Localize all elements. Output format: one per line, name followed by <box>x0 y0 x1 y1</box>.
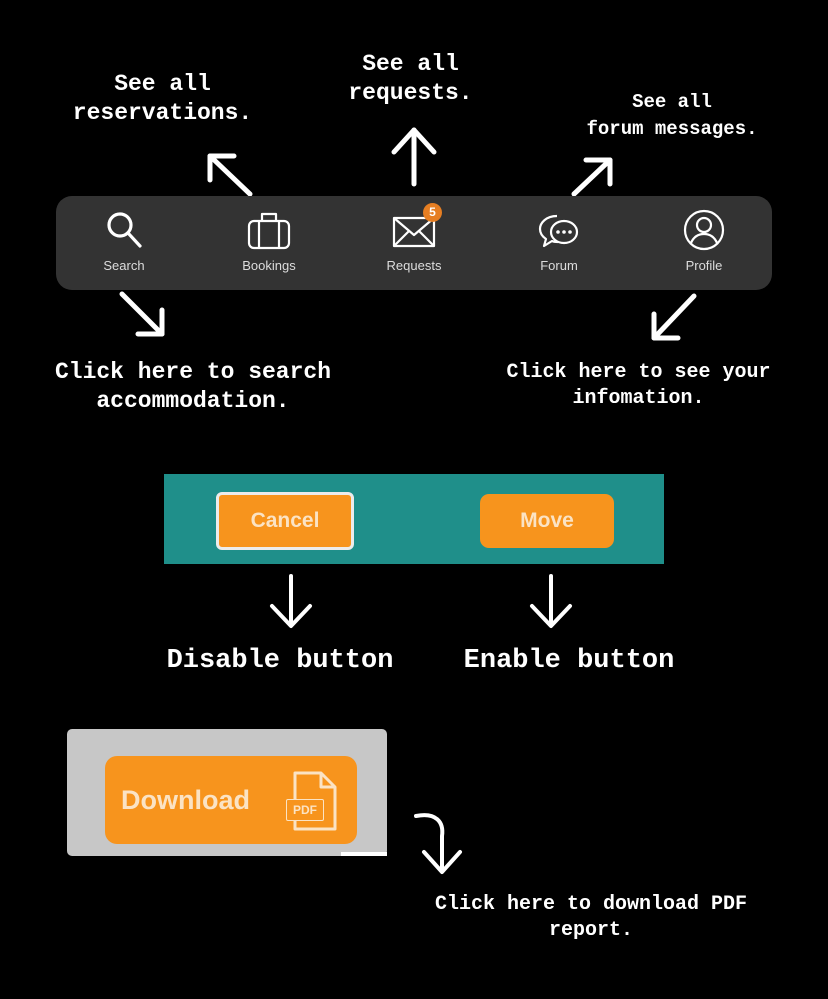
requests-annotation-line-2: requests. <box>348 79 473 106</box>
enable-button-annotation: Enable button <box>463 646 675 676</box>
reservations-annotation: See all reservations. <box>40 70 285 128</box>
reservations-annotation-line-2: reservations. <box>72 99 253 126</box>
briefcase-icon <box>247 208 291 252</box>
nav-label-forum: Forum <box>540 258 578 273</box>
download-annotation-line-1: Click here to download PDF <box>434 893 748 916</box>
nav-item-requests[interactable]: 5 Requests <box>359 196 469 290</box>
search-annotation-line-2: accommodation. <box>96 387 290 414</box>
curved-arrow-down-icon <box>412 810 472 878</box>
move-button[interactable]: Move <box>480 494 614 548</box>
requests-annotation: See all requests. <box>318 50 503 108</box>
arrow-down-icon <box>526 572 576 630</box>
download-annotation: Click here to download PDF report. <box>400 892 782 944</box>
profile-annotation-line-1: Click here to see your <box>506 361 771 384</box>
nav-item-profile[interactable]: Profile <box>649 196 759 290</box>
search-annotation: Click here to search accommodation. <box>18 358 368 416</box>
pdf-label: PDF <box>286 799 324 821</box>
bottom-navigation-bar: Search Bookings 5 Requests Forum Profile <box>56 196 772 290</box>
pdf-file-icon: PDF <box>285 770 339 832</box>
arrow-up-icon <box>388 124 440 188</box>
download-annotation-line-2: report. <box>548 919 633 942</box>
nav-item-bookings[interactable]: Bookings <box>214 196 324 290</box>
arrow-down-right-icon <box>116 290 172 340</box>
arrow-up-right-icon <box>568 152 620 198</box>
reservations-annotation-line-1: See all <box>114 71 211 97</box>
search-annotation-line-1: Click here to search <box>54 359 332 385</box>
forum-annotation: See all forum messages. <box>552 89 792 142</box>
profile-annotation-line-2: infomation. <box>572 387 705 410</box>
nav-label-profile: Profile <box>685 258 723 273</box>
button-states-panel: Cancel Move <box>164 474 664 564</box>
download-panel: Download PDF <box>67 729 387 856</box>
nav-item-search[interactable]: Search <box>69 196 179 290</box>
panel-corner-mark <box>341 852 387 856</box>
search-icon <box>102 208 146 252</box>
arrow-down-left-icon <box>646 292 700 344</box>
disable-button-annotation: Disable button <box>166 646 394 676</box>
forum-annotation-line-1: See all <box>632 91 712 113</box>
download-pdf-button[interactable]: Download PDF <box>105 756 357 844</box>
nav-label-requests: Requests <box>386 258 442 273</box>
arrow-up-left-icon <box>200 148 256 198</box>
user-circle-icon <box>682 208 726 252</box>
nav-item-forum[interactable]: Forum <box>504 196 614 290</box>
requests-count-badge: 5 <box>423 203 442 222</box>
nav-label-search: Search <box>103 258 145 273</box>
nav-label-bookings: Bookings <box>242 258 296 273</box>
cancel-button[interactable]: Cancel <box>216 492 354 550</box>
requests-annotation-line-1: See all <box>362 51 459 77</box>
download-button-label: Download <box>121 785 250 815</box>
profile-annotation: Click here to see your infomation. <box>466 360 811 412</box>
forum-annotation-line-2: forum messages. <box>586 117 758 140</box>
arrow-down-icon <box>266 572 316 630</box>
chat-bubble-icon <box>537 208 581 252</box>
